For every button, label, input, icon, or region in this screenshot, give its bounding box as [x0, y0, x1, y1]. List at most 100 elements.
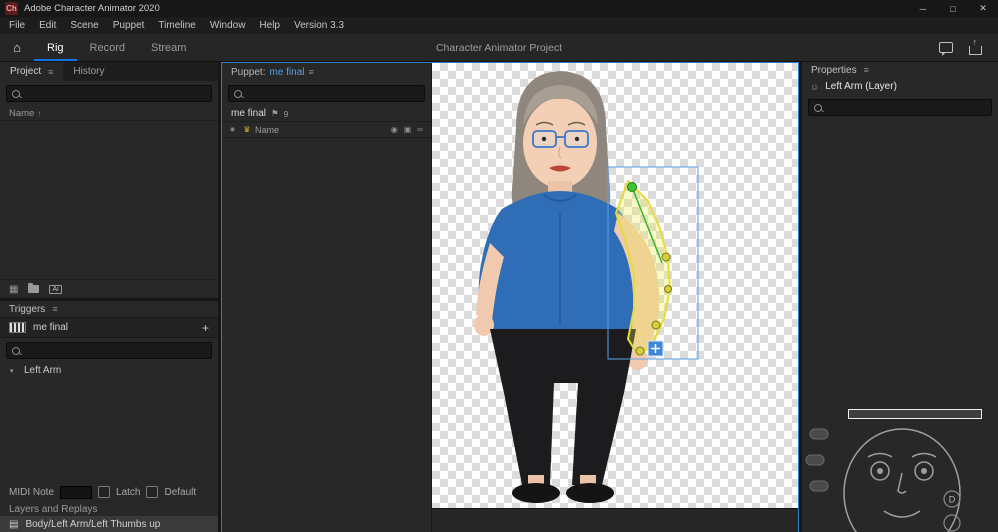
handle-column-icon[interactable]: ∞: [417, 125, 423, 134]
keyboard-icon: [9, 322, 26, 333]
new-folder-icon[interactable]: [28, 283, 40, 293]
tab-label: Project: [10, 66, 42, 77]
puppet-tree-rows: [222, 138, 431, 532]
search-icon: [12, 89, 20, 98]
puppet-canvas[interactable]: [432, 63, 798, 508]
panel-menu-icon[interactable]: ≡: [864, 65, 869, 75]
puppet-panel-header: Puppet: me final ≡: [222, 63, 431, 81]
tab-project[interactable]: Project ≡: [0, 62, 64, 81]
panel-menu-icon[interactable]: ≡: [52, 304, 57, 314]
trigger-group-label: Left Arm: [24, 365, 62, 376]
tag-tooltip: [848, 409, 982, 419]
properties-header: Properties ≡: [802, 62, 998, 78]
midi-note-input[interactable]: [60, 485, 93, 499]
selected-layer-title: Left Arm (Layer): [825, 81, 897, 92]
panel-menu-icon[interactable]: ≡: [48, 67, 53, 77]
search-icon: [12, 346, 20, 355]
layers-icon: ▤: [9, 519, 19, 530]
titlebar: Ch Adobe Character Animator 2020 ─ □ ✕: [0, 0, 998, 17]
puppet-search-input[interactable]: [228, 85, 425, 102]
project-footer: ▦ Ai: [0, 279, 218, 298]
tab-rig[interactable]: Rig: [34, 34, 77, 61]
project-empty-area[interactable]: [0, 121, 218, 279]
project-search-input[interactable]: [6, 85, 212, 102]
topbar-actions: [939, 34, 998, 61]
add-handle-button[interactable]: [647, 340, 664, 357]
canvas-column: [432, 63, 798, 532]
camera-column-icon[interactable]: ▣: [404, 125, 412, 134]
triggers-title: Triggers: [9, 303, 46, 315]
default-checkbox[interactable]: [146, 486, 159, 498]
menubar: File Edit Scene Puppet Timeline Window Help Ver…: [0, 17, 998, 34]
puppet-root-label: me final: [231, 108, 267, 119]
sort-asc-icon: ↑: [37, 108, 42, 118]
menu-item-timeline[interactable]: Timeline: [151, 20, 202, 31]
selected-layer-title-row: ☺ Left Arm (Layer): [802, 78, 998, 95]
triggers-empty-area[interactable]: [0, 378, 218, 482]
search-icon: [814, 103, 822, 112]
tree-column-header: ◉ ♛ Name ◉ ▣ ∞: [222, 121, 431, 138]
tags-face-diagram[interactable]: D: [802, 411, 998, 532]
triggers-panel: Triggers ≡ me final + ▾ Left Arm MIDI No…: [0, 301, 218, 532]
minimize-button[interactable]: ─: [908, 0, 938, 17]
add-trigger-button[interactable]: +: [202, 321, 209, 335]
trigger-set-row[interactable]: me final +: [0, 317, 218, 338]
panel-menu-icon[interactable]: ≡: [309, 67, 314, 77]
window-controls: ─ □ ✕: [908, 0, 998, 17]
tag-badge-d: D: [949, 495, 956, 505]
puppet-root-row[interactable]: me final ⚑ 9: [222, 106, 431, 121]
project-column-header[interactable]: Name ↑: [0, 106, 218, 121]
share-export-icon[interactable]: [969, 37, 982, 55]
search-icon: [234, 89, 242, 98]
project-panel: Project ≡ History Name ↑ ▦ Ai: [0, 62, 218, 298]
column-name-label: Name: [9, 107, 35, 119]
puppet-workspace-panel: Puppet: me final ≡ me final ⚑ 9 ◉ ♛ Name: [221, 62, 799, 532]
menu-item-version-3-3[interactable]: Version 3.3: [287, 20, 351, 31]
mode-tabs: Rig Record Stream: [34, 34, 199, 61]
grid-view-icon[interactable]: ▦: [9, 284, 18, 295]
menu-item-help[interactable]: Help: [252, 20, 287, 31]
puppet-icon: ☺: [810, 81, 820, 92]
menu-item-edit[interactable]: Edit: [32, 20, 63, 31]
close-button[interactable]: ✕: [968, 0, 998, 17]
visibility-eye-icon[interactable]: ◉: [226, 126, 239, 133]
illustrator-badge-icon[interactable]: Ai: [49, 284, 62, 294]
puppet-name[interactable]: me final: [269, 67, 304, 78]
triggers-header: Triggers ≡: [0, 301, 218, 317]
flag-icon: ⚑: [271, 108, 279, 118]
triggers-search-input[interactable]: [6, 342, 212, 359]
menu-item-window[interactable]: Window: [203, 20, 253, 31]
tree-header-icons: ◉ ▣ ∞: [391, 125, 427, 134]
menu-item-file[interactable]: File: [2, 20, 32, 31]
feedback-bubble-icon[interactable]: [939, 42, 953, 56]
puppet-tree-panel: Puppet: me final ≡ me final ⚑ 9 ◉ ♛ Name: [222, 63, 432, 532]
left-column: Project ≡ History Name ↑ ▦ Ai Triggers ≡…: [0, 62, 218, 532]
app-logo-icon: Ch: [5, 2, 18, 15]
midi-note-label: MIDI Note: [9, 486, 55, 498]
properties-search-input[interactable]: [808, 99, 992, 116]
breadcrumb[interactable]: ▤ Body/Left Arm/Left Thumbs up: [0, 516, 218, 532]
main-area: Project ≡ History Name ↑ ▦ Ai Triggers ≡…: [0, 62, 998, 532]
character-figure: [474, 71, 660, 503]
maximize-button[interactable]: □: [938, 0, 968, 17]
puppet-label: Puppet:: [231, 66, 266, 78]
latch-checkbox[interactable]: [98, 486, 111, 498]
tab-record[interactable]: Record: [77, 34, 138, 61]
menu-item-puppet[interactable]: Puppet: [106, 20, 152, 31]
menu-item-scene[interactable]: Scene: [63, 20, 105, 31]
chevron-down-icon[interactable]: ▾: [10, 367, 18, 375]
home-icon[interactable]: ⌂: [0, 34, 34, 61]
canvas-toolbar: [432, 508, 798, 532]
tab-history[interactable]: History: [63, 62, 114, 81]
breadcrumb-path: Body/Left Arm/Left Thumbs up: [25, 519, 161, 530]
app-window: Ch Adobe Character Animator 2020 ─ □ ✕ F…: [0, 0, 998, 532]
tree-name-label: Name: [255, 124, 280, 135]
character-artwork: [474, 71, 699, 503]
latch-label: Latch: [116, 486, 141, 498]
layers-replays-label: Layers and Replays: [9, 503, 98, 515]
trigger-group-row[interactable]: ▾ Left Arm: [0, 363, 218, 378]
tab-stream[interactable]: Stream: [138, 34, 199, 61]
project-tabs: Project ≡ History: [0, 62, 218, 81]
record-column-icon[interactable]: ◉: [391, 125, 398, 134]
crown-icon: ♛: [243, 125, 251, 134]
